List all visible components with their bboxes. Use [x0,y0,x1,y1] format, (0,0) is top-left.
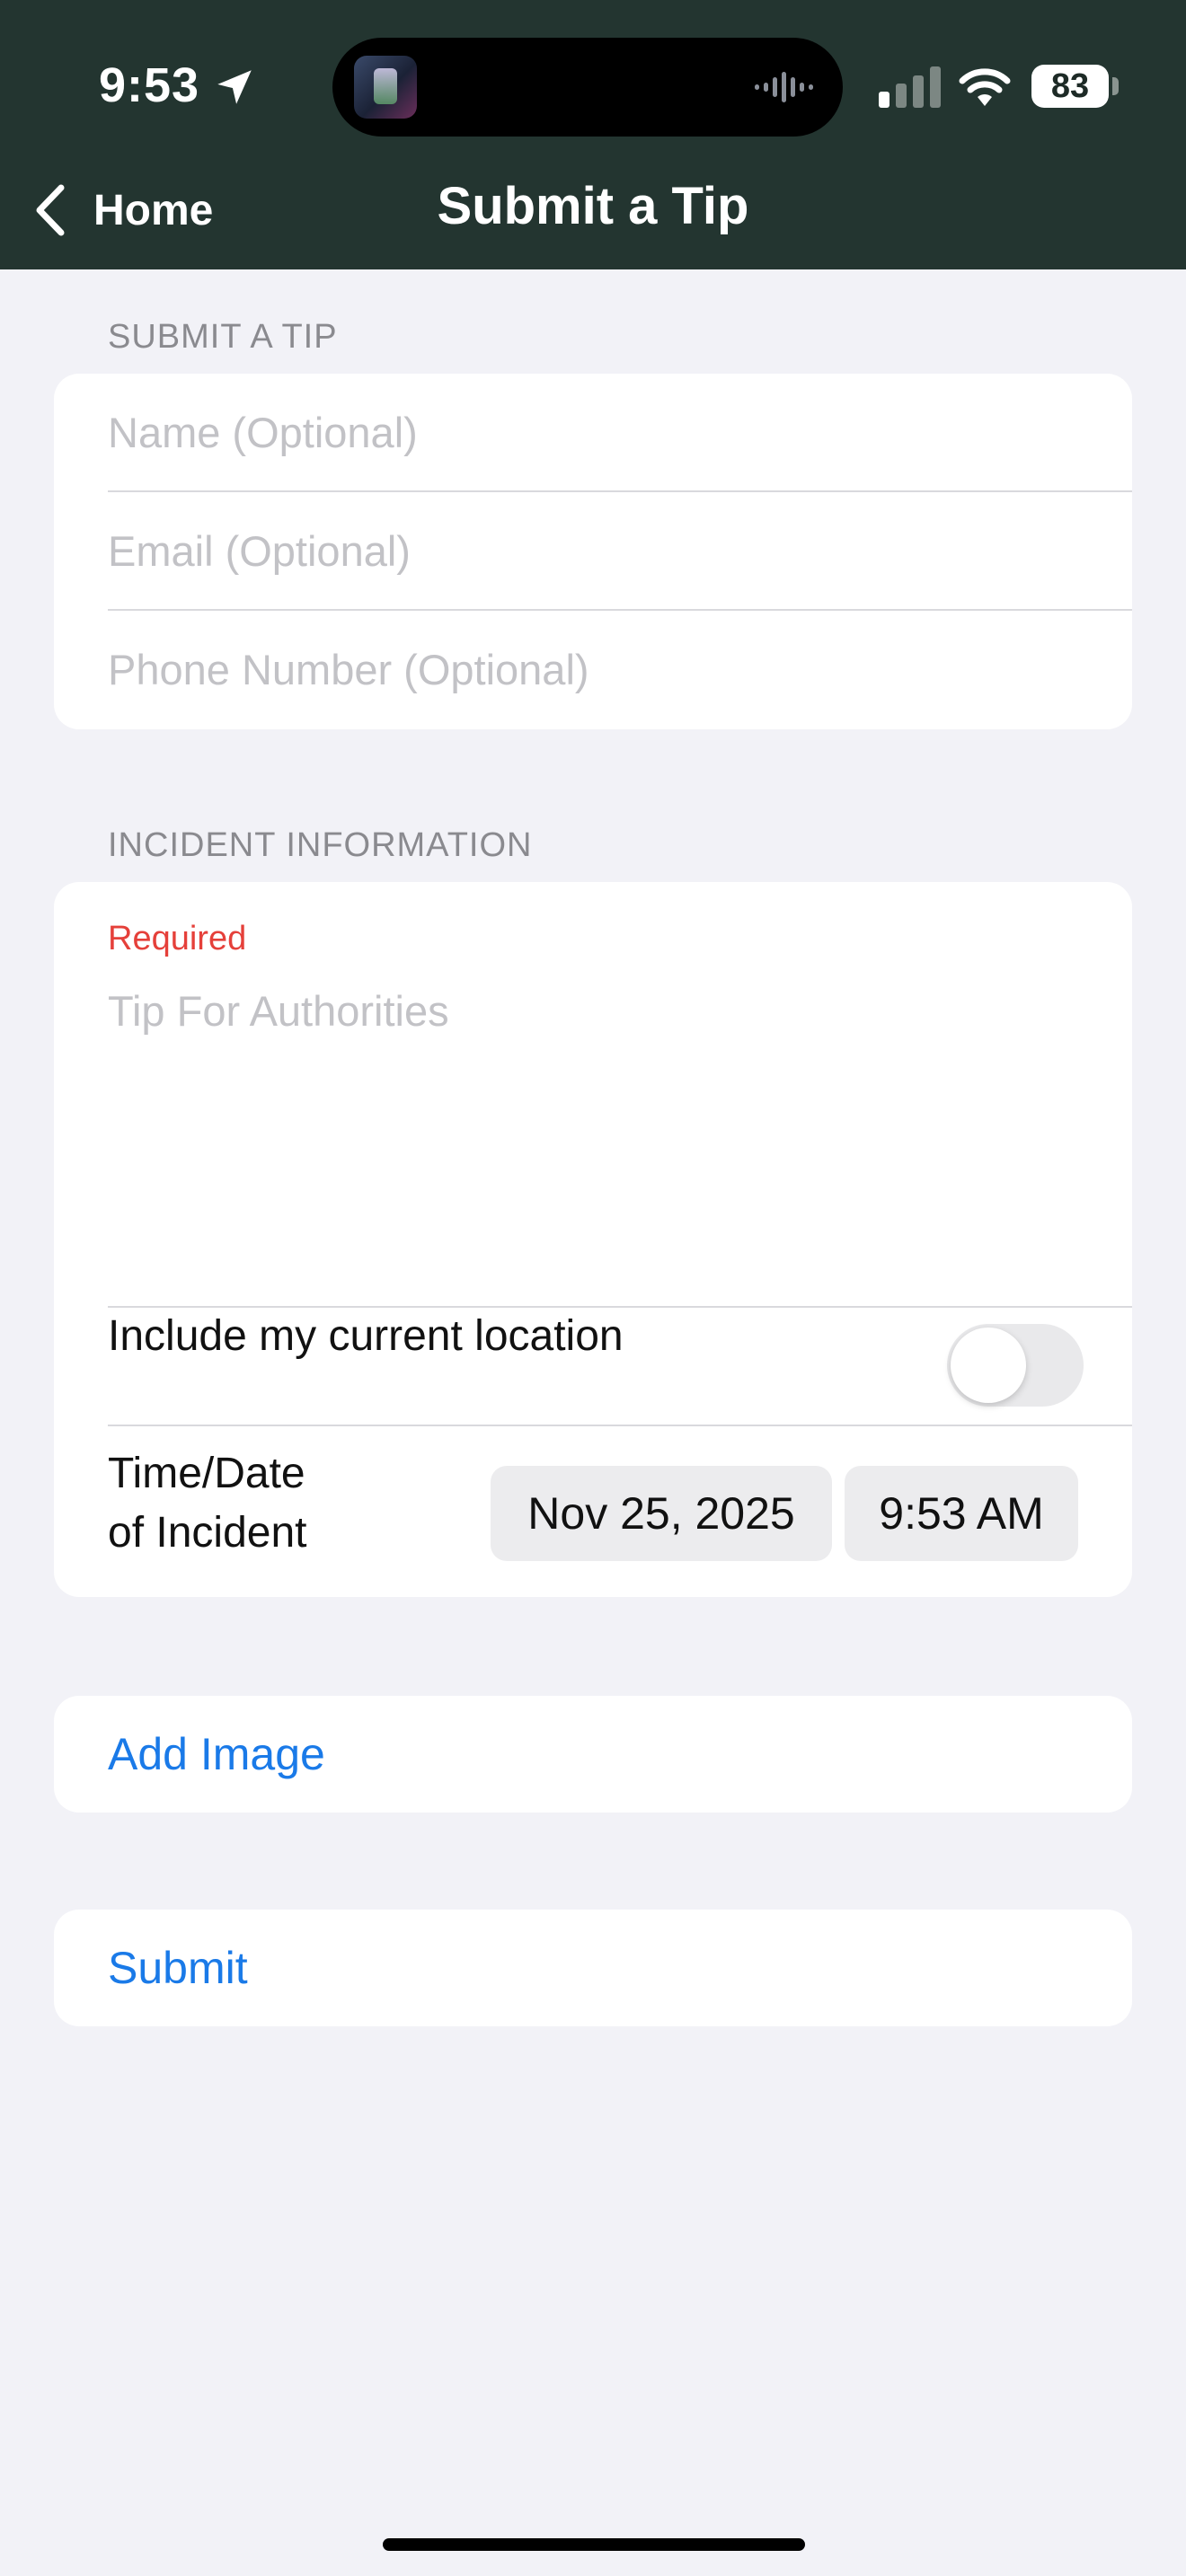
divider [108,1425,1132,1426]
location-toggle-label: Include my current location [108,1312,624,1360]
wifi-icon [959,68,1011,106]
incident-card: Required Tip For Authorities Include my … [54,882,1132,1597]
page-title: Submit a Tip [437,177,749,235]
incident-time-label: Time/Date of Incident [108,1444,306,1563]
incident-time-label-line1: Time/Date [108,1450,305,1497]
email-field[interactable]: Email (Optional) [108,492,1132,609]
tip-textarea[interactable]: Tip For Authorities [108,986,449,1036]
location-toggle[interactable] [947,1324,1084,1407]
home-indicator[interactable] [383,2538,805,2551]
name-field[interactable]: Name (Optional) [108,374,1132,490]
section-header-incident: INCIDENT INFORMATION [108,826,533,864]
cellular-signal-icon [879,66,941,108]
submit-card: Submit [54,1910,1132,2026]
app-thumbnail-icon [354,56,417,119]
date-picker-button[interactable]: Nov 25, 2025 [491,1466,832,1561]
status-time: 9:53 [99,58,200,112]
battery-tip [1112,77,1119,95]
divider [108,1306,1132,1308]
phone-field[interactable]: Phone Number (Optional) [108,611,1132,728]
add-image-button[interactable]: Add Image [108,1696,325,1813]
battery-icon: 83 [1031,65,1109,108]
add-image-card: Add Image [54,1696,1132,1813]
section-header-submit-tip: SUBMIT A TIP [108,318,338,356]
incident-time-label-line2: of Incident [108,1509,307,1557]
toggle-knob [951,1328,1026,1403]
battery-level: 83 [1050,66,1090,105]
time-picker-button[interactable]: 9:53 AM [845,1466,1078,1561]
contact-card: Name (Optional) Email (Optional) Phone N… [54,374,1132,729]
dynamic-island [332,38,843,137]
submit-button[interactable]: Submit [108,1910,248,2026]
location-arrow-icon [217,70,252,104]
required-label: Required [108,920,247,957]
audio-waveform-icon [755,72,813,102]
navigation-header: 9:53 83 Home Submit a Tip [0,0,1186,269]
